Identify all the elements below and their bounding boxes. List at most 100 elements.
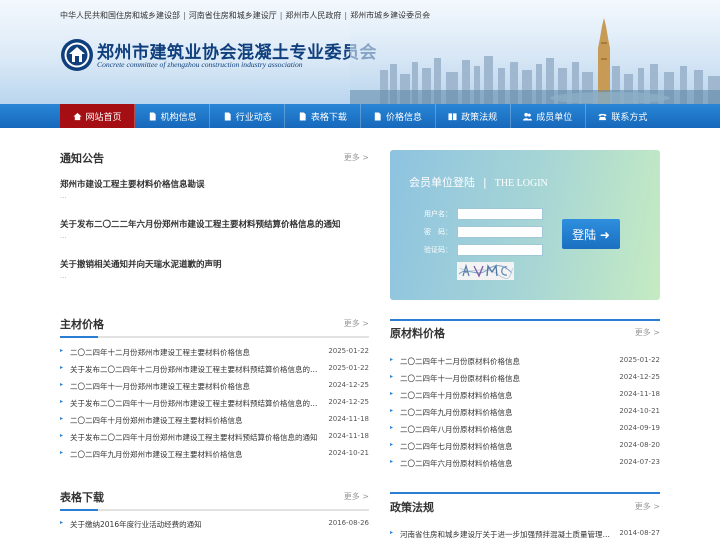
raw-prices-more-link[interactable]: 更多 > (635, 327, 660, 338)
list-item[interactable]: ▸ 二〇二四年九月份原材料价格信息 2024-10-21 (390, 407, 660, 421)
list-item[interactable]: ▸ 二〇二四年八月份原材料价格信息 2024-09-19 (390, 424, 660, 438)
nav-label: 表格下载 (310, 112, 347, 123)
bullet-icon: ▸ (390, 356, 394, 363)
list-item[interactable]: ▸ 二〇二四年十一月份原材料价格信息 2024-12-25 (390, 373, 660, 387)
notice-excerpt: ... (60, 192, 67, 200)
notice-item-2[interactable]: 关于发布二〇二二年六月份郑州市建设工程主要材料预结算价格信息的通知 (60, 218, 341, 230)
bullet-icon: ▸ (390, 458, 394, 465)
nav-downloads[interactable]: 表格下载 (285, 104, 361, 128)
material-prices-more-link[interactable]: 更多 > (344, 318, 369, 329)
list-item-date: 2024-09-19 (619, 424, 660, 432)
nav-members[interactable]: 成员单位 (511, 104, 586, 128)
home-icon (72, 112, 82, 120)
section-divider (60, 509, 369, 511)
list-item-title[interactable]: 河南省住房和城乡建设厅关于进一步加强预拌混凝土质量管理工... (400, 529, 610, 540)
list-item[interactable]: ▸ 二〇二四年十二月份郑州市建设工程主要材料价格信息 2025-01-22 (60, 347, 369, 361)
list-item-title[interactable]: 二〇二四年八月份原材料价格信息 (400, 424, 610, 435)
list-item-title[interactable]: 二〇二四年十一月份郑州市建设工程主要材料价格信息 (70, 381, 320, 392)
notice-excerpt: ... (60, 272, 67, 280)
material-prices-title: 主材价格 (60, 318, 104, 331)
list-item[interactable]: ▸ 二〇二四年十二月份原材料价格信息 2025-01-22 (390, 356, 660, 370)
nav-label: 政策法规 (461, 112, 498, 123)
notices-more-link[interactable]: 更多 > (344, 152, 369, 163)
notices-title: 通知公告 (60, 152, 104, 165)
top-link-moh[interactable]: 中华人民共和国住房和城乡建设部 (60, 11, 180, 20)
list-item[interactable]: ▸ 二〇二四年六月份原材料价格信息 2024-07-23 (390, 458, 660, 472)
bullet-icon: ▸ (390, 390, 394, 397)
notice-item-3[interactable]: 关于撤销相关通知并向天瑞水泥道歉的声明 (60, 258, 222, 270)
top-link-zhengzhou-gov[interactable]: 郑州市人民政府 (285, 11, 341, 20)
username-input[interactable] (457, 208, 543, 220)
list-item-date: 2024-11-18 (328, 432, 369, 440)
login-title-cn: 会员单位登陆 (409, 176, 475, 189)
bullet-icon: ▸ (390, 373, 394, 380)
policies-more-link[interactable]: 更多 > (635, 501, 660, 512)
list-item[interactable]: ▸ 关于发布二〇二四年十月份郑州市建设工程主要材料预结算价格信息的通知 2024-1… (60, 432, 369, 446)
list-item[interactable]: ▸ 关于发布二〇二四年十二月份郑州市建设工程主要材料预结算价格信息的通知 2025-… (60, 364, 369, 378)
document-icon (224, 111, 231, 121)
document-icon (149, 111, 156, 121)
top-link-separator: | (279, 11, 283, 20)
notice-excerpt: ... (60, 232, 67, 240)
nav-contact[interactable]: 联系方式 (586, 104, 660, 128)
list-item-title[interactable]: 二〇二四年十月份郑州市建设工程主要材料价格信息 (70, 415, 320, 426)
list-item-date: 2016-08-26 (328, 519, 369, 527)
list-item-date: 2014-08-27 (619, 529, 660, 537)
list-item-date: 2024-10-21 (619, 407, 660, 415)
login-title-en: THE LOGIN (494, 178, 548, 189)
list-item-title[interactable]: 关于缴纳2016年度行业活动经费的通知 (70, 519, 320, 530)
section-divider (390, 492, 660, 494)
nav-policies[interactable]: 政策法规 (436, 104, 511, 128)
list-item-title[interactable]: 二〇二四年十月份原材料价格信息 (400, 390, 610, 401)
downloads-header: 表格下载 更多 > (60, 489, 369, 511)
notice-item-1[interactable]: 郑州市建设工程主要材料价格信息勘误 (60, 178, 205, 190)
login-title: 会员单位登陆 | THE LOGIN (409, 174, 548, 190)
list-item[interactable]: ▸ 关于缴纳2016年度行业活动经费的通知 2016-08-26 (60, 519, 369, 533)
list-item-date: 2024-12-25 (619, 373, 660, 381)
nav-industry-news[interactable]: 行业动态 (210, 104, 286, 128)
list-item-title[interactable]: 关于发布二〇二四年十一月份郑州市建设工程主要材料预结算价格信息的通知 (70, 398, 320, 409)
nav-prices[interactable]: 价格信息 (361, 104, 436, 128)
nav-label: 价格信息 (386, 112, 423, 123)
list-item-date: 2024-10-21 (328, 449, 369, 457)
bullet-icon: ▸ (390, 407, 394, 414)
section-divider (390, 319, 660, 321)
list-item-title[interactable]: 关于发布二〇二四年十二月份郑州市建设工程主要材料预结算价格信息的通知 (70, 364, 320, 375)
nav-label: 网站首页 (85, 112, 122, 123)
bullet-icon: ▸ (60, 432, 64, 439)
list-item[interactable]: ▸ 二〇二四年十月份郑州市建设工程主要材料价格信息 2024-11-18 (60, 415, 369, 429)
list-item-title[interactable]: 二〇二四年九月份原材料价格信息 (400, 407, 610, 418)
phone-icon (598, 113, 607, 120)
list-item-date: 2024-11-18 (328, 415, 369, 423)
captcha-input[interactable] (457, 244, 543, 256)
list-item-title[interactable]: 二〇二四年十二月份原材料价格信息 (400, 356, 610, 367)
list-item-title[interactable]: 关于发布二〇二四年十月份郑州市建设工程主要材料预结算价格信息的通知 (70, 432, 320, 443)
nav-label: 联系方式 (611, 112, 648, 123)
list-item[interactable]: ▸ 二〇二四年九月份郑州市建设工程主要材料价格信息 2024-10-21 (60, 449, 369, 463)
login-button[interactable]: 登陆 ➜ (562, 219, 620, 249)
notices-header: 通知公告 更多 > (60, 150, 369, 172)
password-input[interactable] (457, 226, 543, 238)
list-item-title[interactable]: 二〇二四年九月份郑州市建设工程主要材料价格信息 (70, 449, 320, 460)
list-item[interactable]: ▸ 二〇二四年七月份原材料价格信息 2024-08-20 (390, 441, 660, 455)
list-item[interactable]: ▸ 二〇二四年十一月份郑州市建设工程主要材料价格信息 2024-12-25 (60, 381, 369, 395)
nav-organization[interactable]: 机构信息 (135, 104, 211, 128)
list-item-date: 2024-08-20 (619, 441, 660, 449)
association-logo-icon (61, 39, 93, 71)
list-item-date: 2024-07-23 (619, 458, 660, 466)
list-item-title[interactable]: 二〇二四年十一月份原材料价格信息 (400, 373, 610, 384)
list-item[interactable]: ▸ 二〇二四年十月份原材料价格信息 2024-11-18 (390, 390, 660, 404)
list-item-title[interactable]: 二〇二四年六月份原材料价格信息 (400, 458, 610, 469)
nav-home[interactable]: 网站首页 (60, 104, 136, 128)
list-item-title[interactable]: 二〇二四年七月份原材料价格信息 (400, 441, 610, 452)
list-item-date: 2025-01-22 (619, 356, 660, 364)
site-header: 中华人民共和国住房和城乡建设部 | 河南省住房和城乡建设厅 | 郑州市人民政府 | 郑州市城… (0, 0, 720, 104)
top-link-henan[interactable]: 河南省住房和城乡建设厅 (189, 11, 277, 20)
captcha-image[interactable] (457, 262, 514, 280)
list-item-date: 2025-01-22 (328, 347, 369, 355)
nav-label: 行业动态 (235, 112, 272, 123)
downloads-more-link[interactable]: 更多 > (344, 491, 369, 502)
list-item[interactable]: ▸ 河南省住房和城乡建设厅关于进一步加强预拌混凝土质量管理工... 2014-08-… (390, 529, 660, 543)
list-item-title[interactable]: 二〇二四年十二月份郑州市建设工程主要材料价格信息 (70, 347, 320, 358)
list-item[interactable]: ▸ 关于发布二〇二四年十一月份郑州市建设工程主要材料预结算价格信息的通知 2024-… (60, 398, 369, 412)
